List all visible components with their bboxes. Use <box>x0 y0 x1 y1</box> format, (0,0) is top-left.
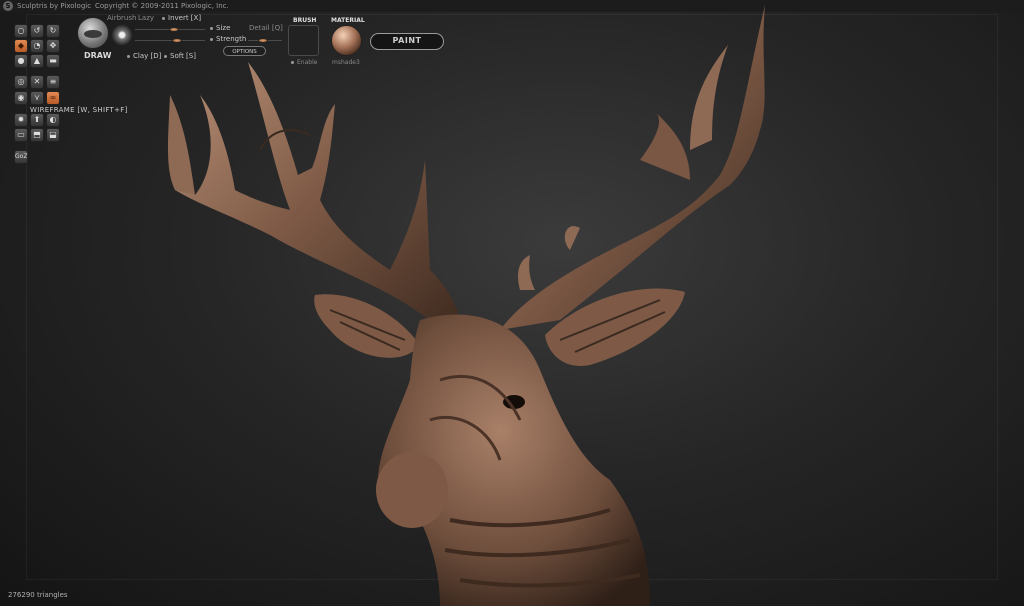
crease-brush-icon[interactable]: ◔ <box>30 39 44 53</box>
strength-label: Strength <box>210 35 246 43</box>
hide-icon[interactable]: ⬒ <box>30 128 44 142</box>
wireframe-icon[interactable]: ∞ <box>46 91 60 105</box>
invert-label: Invert [X] <box>168 14 202 22</box>
plane-icon[interactable]: ▭ <box>14 128 28 142</box>
grab-brush-icon[interactable]: ▬ <box>46 54 60 68</box>
invert-toggle[interactable]: Invert [X] <box>162 14 201 22</box>
material-preview-icon[interactable] <box>331 25 362 56</box>
symmetry-icon[interactable]: ◎ <box>14 75 28 89</box>
scale-icon[interactable]: ⋎ <box>30 91 44 105</box>
undo-icon[interactable]: ↺ <box>30 24 44 38</box>
goz-button[interactable]: GoZ <box>14 150 28 164</box>
strength-slider-track[interactable] <box>135 40 205 41</box>
detail-label: Detail [Q] <box>249 24 283 32</box>
reduce-brush-icon[interactable]: ✕ <box>30 75 44 89</box>
triangle-count: 276290 triangles <box>8 591 68 599</box>
paint-button[interactable]: PAINT <box>370 33 444 50</box>
brush-name: DRAW <box>84 51 112 60</box>
move-icon[interactable]: ⬆ <box>30 113 44 127</box>
enable-label: Enable <box>297 59 318 66</box>
flatten-brush-icon[interactable]: ✥ <box>46 39 60 53</box>
inflate-brush-icon[interactable]: ● <box>14 54 28 68</box>
brush-enable-toggle[interactable]: Enable <box>291 59 317 66</box>
mask-icon[interactable]: ◉ <box>14 91 28 105</box>
redo-icon[interactable]: ↻ <box>46 24 60 38</box>
enable-dot-icon <box>291 61 294 64</box>
strength-slider-knob[interactable] <box>172 38 182 43</box>
strength-text: Strength <box>216 35 247 43</box>
draw-brush-icon[interactable]: ◆ <box>14 39 28 53</box>
clay-toggle[interactable]: Clay [D] <box>127 52 161 60</box>
import-icon[interactable]: ⬓ <box>46 128 60 142</box>
size-text: Size <box>216 24 231 32</box>
pinch-brush-icon[interactable]: ▲ <box>30 54 44 68</box>
size-dot-icon <box>210 26 213 30</box>
sculpt-viewport[interactable] <box>0 0 1024 606</box>
deer-head-model <box>167 5 765 606</box>
new-sphere-icon[interactable]: ○ <box>14 24 28 38</box>
soft-toggle[interactable]: Soft [S] <box>164 52 196 60</box>
brush-alpha-icon[interactable] <box>111 24 133 46</box>
strength-dot-icon <box>210 37 213 41</box>
material-header: MATERIAL <box>331 17 365 24</box>
camera-icon[interactable]: ◐ <box>46 113 60 127</box>
brush-header: BRUSH <box>293 17 317 24</box>
brush-preview-icon[interactable] <box>77 17 109 49</box>
soft-label: Soft [S] <box>170 52 196 60</box>
wireframe-tooltip: WIREFRAME [W, SHIFT+F] <box>30 106 128 114</box>
size-label: Size <box>210 24 230 32</box>
clay-label: Clay [D] <box>133 52 162 60</box>
rotate-icon[interactable]: ✹ <box>14 113 28 127</box>
clay-dot-icon <box>127 54 130 58</box>
size-slider-knob[interactable] <box>168 27 179 32</box>
options-button[interactable]: OPTIONS <box>223 46 266 56</box>
soft-dot-icon <box>164 54 167 58</box>
lazy-toggle[interactable]: Lazy <box>138 14 154 22</box>
invert-dot-icon <box>162 16 165 20</box>
airbrush-toggle[interactable]: Airbrush <box>107 14 136 22</box>
brush-texture-slot[interactable] <box>288 25 319 56</box>
material-name: mshade3 <box>332 59 360 66</box>
smooth-brush-icon[interactable]: ≡ <box>46 75 60 89</box>
